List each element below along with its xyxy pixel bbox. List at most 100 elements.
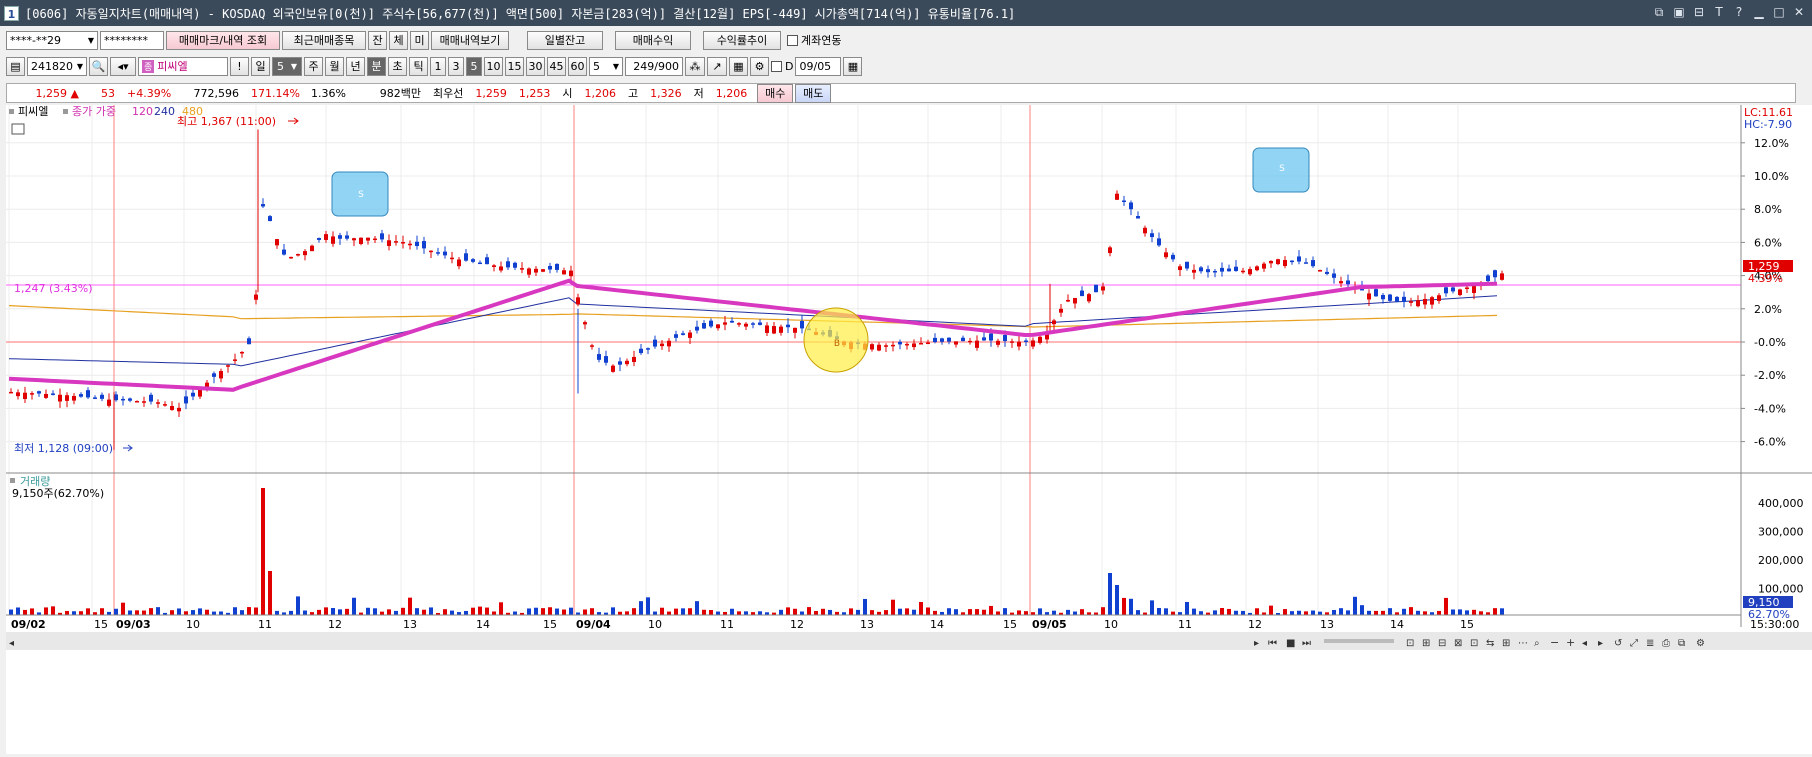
tool-icon-4[interactable]: ⊠ <box>1454 638 1462 649</box>
tool-icon-2[interactable]: ⊞ <box>1422 638 1430 649</box>
trade-mark-query-button[interactable]: 매매마크/내역 조회 <box>166 30 280 50</box>
range-field[interactable]: 249/900 <box>625 56 683 76</box>
d-checkbox[interactable]: D <box>771 60 793 73</box>
period-month-button[interactable]: 월 <box>325 56 344 76</box>
interval-10-button[interactable]: 10 <box>484 56 503 76</box>
scroll-left-icon[interactable]: ◂ <box>9 638 14 649</box>
scroll-right-icon[interactable]: ▸ <box>1254 638 1259 649</box>
first-page-icon[interactable]: ⏮ <box>1268 638 1277 649</box>
x-label: 13 <box>1320 618 1334 631</box>
zoom-slider[interactable] <box>1324 639 1394 643</box>
candle-body-43 <box>310 245 314 252</box>
period-year-button[interactable]: 년 <box>346 56 365 76</box>
balance-button[interactable]: 잔 <box>368 30 387 50</box>
candle-body-42 <box>303 251 307 256</box>
buy-button[interactable]: 매수 <box>757 83 794 103</box>
chart-background <box>6 105 1812 754</box>
tile-icon[interactable]: ▣ <box>1672 4 1686 20</box>
tool-icon-6[interactable]: ⇆ <box>1486 638 1494 649</box>
copy-icon[interactable]: ⧉ <box>1678 638 1685 649</box>
candle-body-187 <box>1318 270 1322 272</box>
plus-icon[interactable]: + <box>1566 636 1575 649</box>
chart-tool-icon[interactable]: ⁂ <box>685 56 705 76</box>
interval-3-button[interactable]: 3 <box>448 56 464 76</box>
candle-body-54 <box>387 240 391 246</box>
stop-icon[interactable]: ■ <box>1286 638 1295 649</box>
interval-1-button[interactable]: 1 <box>430 56 446 76</box>
stock-name-field[interactable]: 종 피씨엘 <box>138 56 228 76</box>
sell-button[interactable]: 매도 <box>795 83 832 103</box>
candle-body-166 <box>1171 254 1175 260</box>
period-day-button[interactable]: 일 <box>251 56 270 76</box>
candle-body-209 <box>1472 285 1476 293</box>
password-field[interactable]: ******** <box>100 30 164 50</box>
search-icon[interactable]: 🔍 <box>89 56 108 76</box>
help-icon[interactable]: ? <box>1732 4 1746 20</box>
profit-rate-button[interactable]: 수익률추이 <box>703 30 781 50</box>
daily-balance-button[interactable]: 일별잔고 <box>527 30 603 50</box>
candle-body-88 <box>625 360 629 365</box>
chart-area[interactable]: S S B 피씨엘 종가 가중 120 240 480 LC:11.61 HC:… <box>6 105 1812 754</box>
link-icon[interactable]: ⧉ <box>1652 4 1666 20</box>
list-icon[interactable]: ≣ <box>1646 638 1654 649</box>
minus-icon[interactable]: − <box>1550 636 1559 649</box>
price-chart-svg[interactable]: S S B 피씨엘 종가 가중 120 240 480 LC:11.61 HC:… <box>6 105 1812 754</box>
print-icon[interactable]: ⎙ <box>1662 638 1670 649</box>
calendar-icon[interactable]: ▦ <box>843 56 863 76</box>
volume-bar-8 <box>65 610 69 615</box>
period-count-select[interactable]: 5 ▼ <box>272 56 302 76</box>
volume-bar-200 <box>1409 607 1413 615</box>
setting-icon[interactable]: ⚙ <box>1696 638 1705 649</box>
volume-bar-36 <box>261 488 265 615</box>
recent-items-button[interactable]: 최근매매종목 <box>282 30 366 50</box>
interval-60-button[interactable]: 60 <box>568 56 587 76</box>
last-page-icon[interactable]: ⏭ <box>1302 638 1311 649</box>
save-icon[interactable]: ▦ <box>729 56 748 76</box>
stock-code-select[interactable]: 241820 ▼ <box>27 56 87 76</box>
chart-scrollbar[interactable] <box>6 632 1812 650</box>
count-select[interactable]: 5 ▼ <box>589 56 623 76</box>
date-field[interactable]: 09/05 <box>795 56 842 76</box>
move-left-icon[interactable]: ◂ <box>1582 638 1587 649</box>
period-tick-button[interactable]: 틱 <box>409 56 428 76</box>
alert-icon[interactable]: ! <box>230 56 249 76</box>
font-icon[interactable]: T <box>1712 4 1726 20</box>
volume-bar-160 <box>1129 598 1133 615</box>
tool-icon-7[interactable]: ⊞ <box>1502 638 1510 649</box>
volume-bar-212 <box>1493 608 1497 615</box>
dock-icon[interactable]: ⊟ <box>1692 4 1706 20</box>
settings-icon[interactable]: ⚙ <box>750 56 769 76</box>
candle-body-71 <box>506 261 510 268</box>
account-link-checkbox[interactable]: 계좌연동 <box>787 32 841 48</box>
speaker-icon[interactable]: ◂▾ <box>110 56 136 76</box>
candle-body-2 <box>23 392 27 400</box>
account-select[interactable]: ****-**29 ▼ <box>6 30 98 50</box>
close-icon[interactable]: ✕ <box>1792 4 1806 20</box>
move-right-icon[interactable]: ▸ <box>1598 638 1603 649</box>
draw-icon[interactable]: ↗ <box>707 56 727 76</box>
expand-icon[interactable]: ⤢ <box>1630 638 1638 649</box>
reset-icon[interactable]: ↺ <box>1614 638 1622 649</box>
tool-icon-1[interactable]: ⊡ <box>1406 638 1414 649</box>
period-second-button[interactable]: 초 <box>388 56 407 76</box>
maximize-icon[interactable]: □ <box>1772 4 1786 20</box>
zoom-icon[interactable]: ⌕ <box>1534 638 1540 649</box>
minimize-icon[interactable]: ▁ <box>1752 4 1766 20</box>
interval-45-button[interactable]: 45 <box>547 56 566 76</box>
tool-icon-3[interactable]: ⊟ <box>1438 638 1446 649</box>
trade-history-button[interactable]: 매매내역보기 <box>431 30 509 50</box>
period-minute-button[interactable]: 분 <box>367 56 386 76</box>
volume-bar-156 <box>1101 607 1105 615</box>
trade-profit-button[interactable]: 매매수익 <box>615 30 691 50</box>
period-week-button[interactable]: 주 <box>304 56 323 76</box>
unfilled-button[interactable]: 미 <box>410 30 429 50</box>
interval-15-button[interactable]: 15 <box>505 56 524 76</box>
layout-icon[interactable]: ▤ <box>6 56 25 76</box>
candle-body-125 <box>884 345 888 347</box>
tool-icon-8[interactable]: ⋯ <box>1518 638 1528 649</box>
filled-button[interactable]: 체 <box>389 30 408 50</box>
interval-5-button[interactable]: 5 <box>466 56 482 76</box>
interval-30-button[interactable]: 30 <box>526 56 545 76</box>
tool-icon-5[interactable]: ⊡ <box>1470 638 1478 649</box>
volume-bar-189 <box>1332 609 1336 615</box>
